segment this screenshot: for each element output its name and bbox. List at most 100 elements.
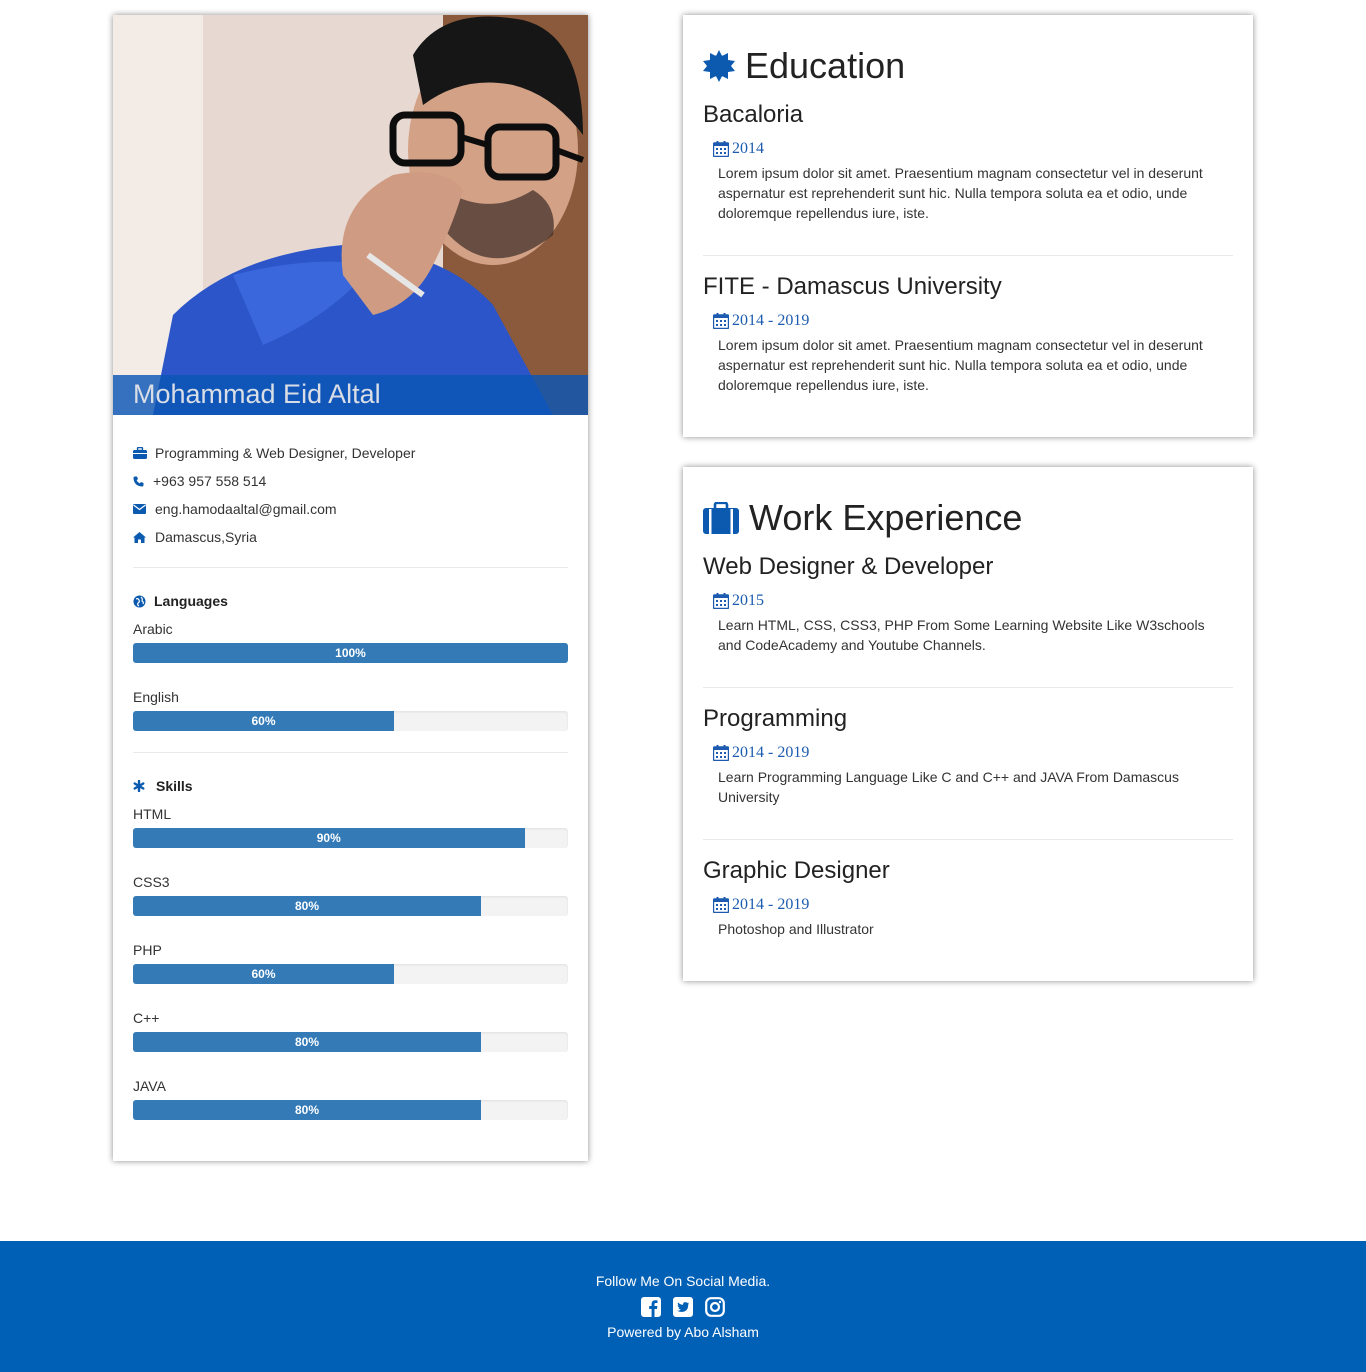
info-row-phone: +963 957 558 514 [133, 467, 568, 495]
home-icon [133, 531, 155, 543]
entry-date-text: 2014 - 2019 [732, 896, 810, 913]
skill-java: JAVA 80% [133, 1078, 568, 1120]
progress-fill: 80% [133, 896, 481, 916]
phone-icon [133, 476, 153, 487]
work-entry: Programming 2014 - 2019 Learn Programmin… [703, 705, 1233, 807]
info-job-text: Programming & Web Designer, Developer [155, 445, 416, 461]
entry-description: Learn HTML, CSS, CSS3, PHP From Some Lea… [718, 617, 1205, 653]
work-title: Work Experience [749, 497, 1023, 538]
envelope-icon [133, 504, 155, 514]
info-row-location: Damascus,Syria [133, 523, 568, 551]
entry-date-text: 2014 - 2019 [732, 744, 810, 761]
work-entry: Web Designer & Developer 2015 Learn HTML… [703, 553, 1233, 655]
globe-icon [133, 595, 154, 608]
entry-date-text: 2014 [732, 140, 764, 157]
certificate-icon [703, 50, 745, 82]
divider [133, 752, 568, 753]
language-name: English [133, 689, 179, 705]
footer-powered-text: Powered by Abo Alsham [607, 1324, 759, 1340]
facebook-icon[interactable] [641, 1297, 661, 1317]
calendar-icon [713, 593, 729, 609]
briefcase-icon [133, 447, 155, 459]
instagram-icon[interactable] [705, 1297, 725, 1317]
entry-title: Web Designer & Developer [703, 553, 994, 580]
skills-heading: Skills [133, 778, 193, 794]
info-row-email: eng.hamodaaltal@gmail.com [133, 495, 568, 523]
work-experience-card: Work Experience Web Designer & Developer… [683, 467, 1253, 981]
skill-php: PHP 60% [133, 942, 568, 984]
skill-name: HTML [133, 806, 172, 822]
language-english: English 60% [133, 689, 568, 731]
entry-title: Graphic Designer [703, 857, 890, 884]
info-phone-text: +963 957 558 514 [153, 473, 267, 489]
entry-date: 2015 [713, 590, 1233, 612]
progress-fill: 80% [133, 1032, 481, 1052]
footer-follow-text: Follow Me On Social Media. [595, 1273, 771, 1289]
progress-track: 80% [133, 1032, 568, 1052]
languages-heading: Languages [133, 593, 228, 609]
calendar-icon [713, 897, 729, 913]
progress-track: 60% [133, 711, 568, 731]
info-row-job: Programming & Web Designer, Developer [133, 439, 568, 467]
asterisk-icon [133, 780, 156, 792]
progress-fill: 60% [133, 711, 394, 731]
entry-title: Bacaloria [703, 101, 804, 128]
info-location-text: Damascus,Syria [155, 529, 257, 545]
progress-fill: 60% [133, 964, 394, 984]
skill-html: HTML 90% [133, 806, 568, 848]
progress-fill: 100% [133, 643, 568, 663]
entry-date: 2014 [713, 138, 1233, 160]
twitter-icon[interactable] [673, 1297, 693, 1317]
entry-date-text: 2015 [732, 592, 764, 609]
progress-track: 60% [133, 964, 568, 984]
language-arabic: Arabic 100% [133, 621, 568, 663]
education-heading: Education [703, 45, 905, 87]
profile-name: Mohammad Eid Altal [133, 379, 381, 409]
skill-cpp: C++ 80% [133, 1010, 568, 1052]
contact-info-list: Programming & Web Designer, Developer +9… [133, 439, 568, 551]
progress-track: 90% [133, 828, 568, 848]
entry-description: Lorem ipsum dolor sit amet. Praesentium … [718, 165, 1203, 221]
skills-title: Skills [156, 778, 193, 794]
work-heading: Work Experience [703, 497, 1022, 539]
footer: Follow Me On Social Media. Powered by Ab… [0, 1241, 1366, 1372]
social-links [0, 1297, 1366, 1317]
profile-photo-illustration [113, 15, 588, 415]
education-entry: FITE - Damascus University 2014 - 2019 L… [703, 273, 1233, 395]
divider [133, 567, 568, 568]
progress-track: 80% [133, 896, 568, 916]
profile-photo [113, 15, 588, 415]
calendar-icon [713, 141, 729, 157]
skill-name: PHP [133, 942, 162, 958]
entry-date: 2014 - 2019 [713, 310, 1233, 332]
name-bar: Mohammad Eid Altal [113, 375, 588, 415]
calendar-icon [713, 745, 729, 761]
profile-card: Mohammad Eid Altal Programming & Web Des… [113, 15, 588, 1161]
progress-fill: 90% [133, 828, 525, 848]
divider [703, 839, 1233, 840]
briefcase-icon [703, 502, 749, 534]
divider [703, 255, 1233, 256]
calendar-icon [713, 313, 729, 329]
progress-track: 100% [133, 643, 568, 663]
entry-title: Programming [703, 705, 848, 732]
education-entry: Bacaloria 2014 Lorem ipsum dolor sit ame… [703, 101, 1233, 223]
progress-track: 80% [133, 1100, 568, 1120]
entry-description: Photoshop and Illustrator [718, 921, 874, 937]
entry-date: 2014 - 2019 [713, 894, 1233, 916]
divider [703, 687, 1233, 688]
entry-description: Learn Programming Language Like C and C+… [718, 769, 1179, 805]
language-name: Arabic [133, 621, 173, 637]
languages-title: Languages [154, 593, 228, 609]
work-entry: Graphic Designer 2014 - 2019 Photoshop a… [703, 857, 1233, 939]
entry-date: 2014 - 2019 [713, 742, 1233, 764]
skill-name: CSS3 [133, 874, 170, 890]
education-card: Education Bacaloria 2014 Lorem ipsum dol… [683, 15, 1253, 437]
skill-name: C++ [133, 1010, 160, 1026]
skill-name: JAVA [133, 1078, 166, 1094]
progress-fill: 80% [133, 1100, 481, 1120]
skill-css3: CSS3 80% [133, 874, 568, 916]
entry-date-text: 2014 - 2019 [732, 312, 810, 329]
info-email-text: eng.hamodaaltal@gmail.com [155, 501, 337, 517]
education-title: Education [745, 45, 906, 86]
